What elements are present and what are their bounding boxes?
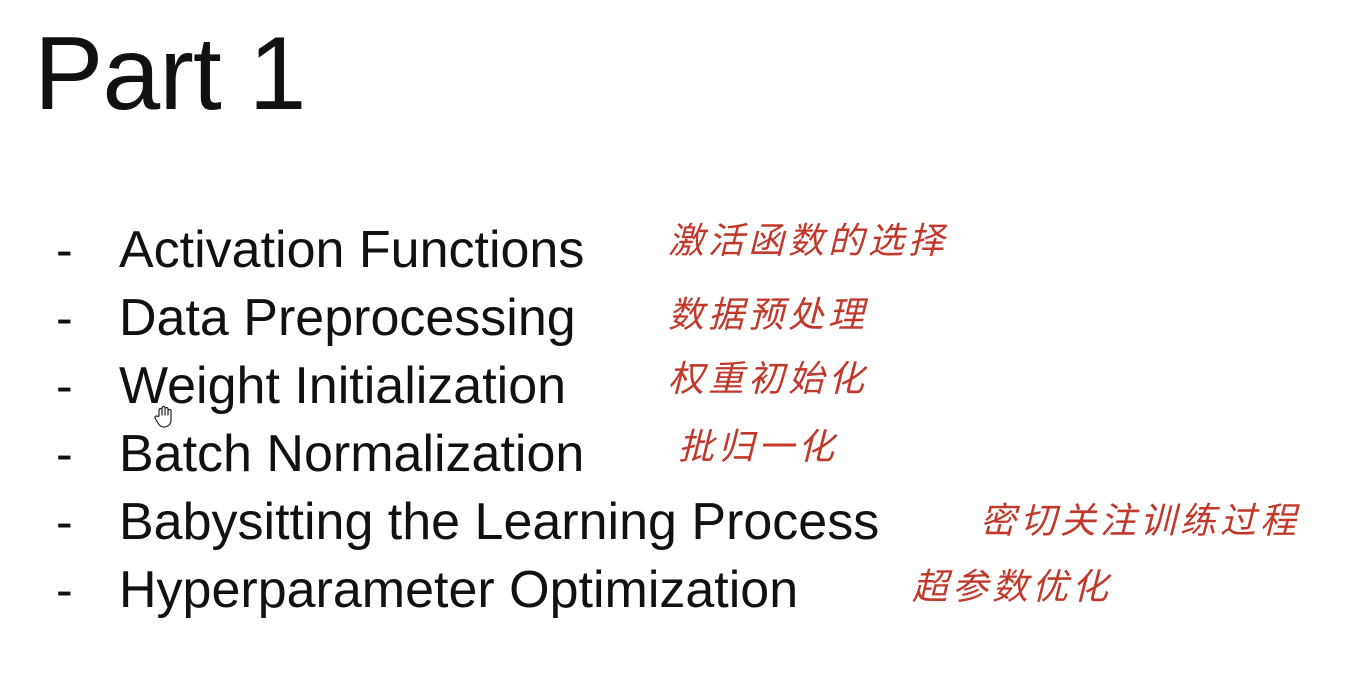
bullet-item-activation-functions: - Activation Functions 激活函数的选择 (0, 216, 1362, 284)
bullet-text: Weight Initialization (119, 357, 567, 415)
bullet-dash: - (56, 494, 73, 550)
handwritten-note: 激活函数的选择 (668, 221, 949, 262)
bullet-item-babysitting: - Babysitting the Learning Process 密切关注训… (0, 488, 1362, 556)
handwritten-note: 数据预处理 (668, 295, 869, 336)
bullet-text: Data Preprocessing (119, 289, 576, 347)
bullet-text: Activation Functions (119, 221, 585, 279)
hand-cursor-icon (154, 405, 172, 428)
bullet-dash: - (56, 222, 73, 278)
bullet-text: Babysitting the Learning Process (119, 493, 880, 551)
bullet-item-batch-normalization: - Batch Normalization 批归一化 (0, 420, 1362, 488)
handwritten-note: 权重初始化 (668, 359, 869, 400)
bullet-dash: - (56, 426, 73, 482)
handwritten-note: 批归一化 (678, 427, 839, 468)
bullet-item-data-preprocessing: - Data Preprocessing 数据预处理 (0, 284, 1362, 352)
bullet-dash: - (56, 358, 73, 414)
bullet-list: - Activation Functions 激活函数的选择 - Data Pr… (0, 0, 1362, 688)
bullet-dash: - (56, 290, 73, 346)
bullet-item-weight-initialization: - Weight Initialization 权重初始化 (0, 352, 1362, 420)
bullet-text: Hyperparameter Optimization (119, 561, 799, 619)
handwritten-note: 超参数优化 (912, 567, 1113, 608)
bullet-text: Batch Normalization (119, 425, 585, 483)
slide: Part 1 - Activation Functions 激活函数的选择 - … (0, 0, 1362, 688)
bullet-item-hyperparameter-optimization: - Hyperparameter Optimization 超参数优化 (0, 556, 1362, 624)
handwritten-note: 密切关注训练过程 (980, 501, 1301, 542)
bullet-dash: - (56, 562, 73, 618)
